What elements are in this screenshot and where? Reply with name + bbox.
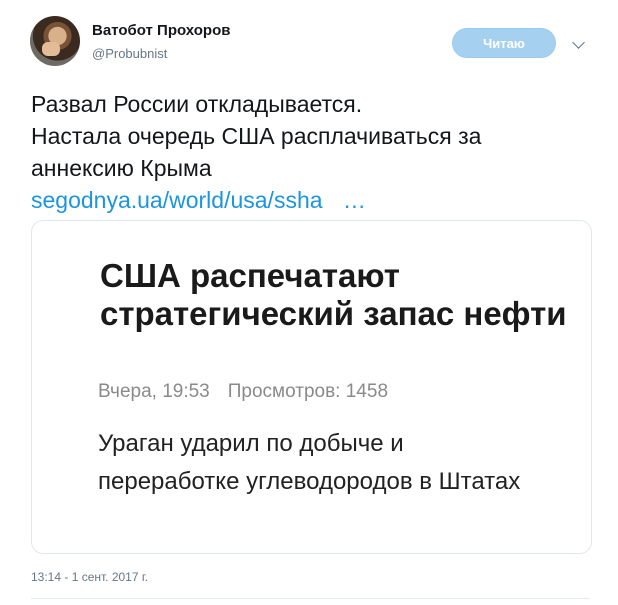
tweet-line-3: аннексию Крыма — [31, 155, 212, 181]
tweet-link[interactable]: segodnya.ua/world/usa/ssha — [31, 187, 323, 213]
link-preview-card[interactable]: США распечатают стратегический запас неф… — [31, 220, 592, 554]
card-title: США распечатают стратегический запас неф… — [100, 257, 567, 332]
tweet-link-ellipsis[interactable]: … — [343, 187, 366, 213]
avatar-hand — [42, 42, 60, 56]
avatar[interactable] — [30, 16, 80, 66]
divider — [31, 598, 590, 599]
author-name[interactable]: Ватобот Прохоров — [92, 22, 230, 39]
tweet-line-1: Развал России откладывается. — [31, 91, 363, 117]
tweet-text: Развал России откладывается. Настала оче… — [31, 88, 591, 216]
card-meta: Вчера, 19:53 Просмотров: 1458 — [98, 381, 388, 403]
author-handle[interactable]: @Probubnist — [92, 46, 167, 61]
chevron-down-icon[interactable] — [572, 36, 585, 49]
follow-button[interactable]: Читаю — [452, 28, 556, 58]
card-description: Ураган ударил по добыче и переработке уг… — [98, 430, 521, 495]
card-views: Просмотров: 1458 — [227, 381, 389, 402]
tweet-timestamp[interactable]: 13:14 - 1 сент. 2017 г. — [31, 570, 148, 584]
tweet-line-2: Настала очередь США расплачиваться за — [31, 123, 482, 149]
card-date: Вчера, 19:53 — [98, 381, 210, 402]
